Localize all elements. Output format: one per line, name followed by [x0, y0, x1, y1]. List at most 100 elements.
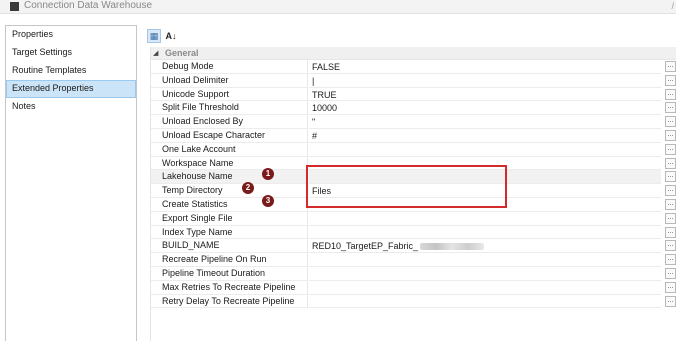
property-name: Temp Directory	[151, 184, 308, 198]
property-row[interactable]: Index Type Name...	[151, 225, 676, 240]
property-value[interactable]	[309, 143, 661, 157]
collapse-triangle-icon[interactable]: ◢	[153, 48, 158, 59]
ellipsis-button[interactable]: ...	[665, 102, 676, 114]
property-row[interactable]: Unicode Support TRUE...	[151, 87, 676, 102]
property-name: Index Type Name	[151, 225, 308, 240]
property-panel: ▦ A↓ ◢ General Debug Mode FALSE... Unload …	[142, 25, 676, 341]
ellipsis-button[interactable]: ...	[665, 143, 676, 155]
property-row[interactable]: Lakehouse Name...	[151, 170, 676, 185]
property-row[interactable]: Retry Delay To Recreate Pipeline...	[151, 294, 676, 309]
property-value[interactable]	[309, 226, 661, 240]
category-label: General	[165, 48, 199, 58]
property-name: Unload Escape Character	[151, 128, 308, 143]
annotation-marker-1: 1	[262, 168, 274, 180]
property-value-text: 10000	[312, 103, 338, 114]
property-row[interactable]: Split File Threshold 10000...	[151, 101, 676, 116]
property-name: Unload Enclosed By	[151, 115, 308, 129]
sidebar-item-notes[interactable]: Notes	[6, 98, 136, 116]
property-value[interactable]	[309, 198, 661, 212]
property-name: Retry Delay To Recreate Pipeline	[151, 294, 308, 309]
ellipsis-button[interactable]: ...	[665, 129, 676, 141]
ellipsis-button[interactable]: ...	[665, 88, 676, 100]
category-row-general[interactable]: ◢ General	[151, 47, 676, 60]
property-value[interactable]: "	[309, 115, 661, 129]
property-value[interactable]: #	[309, 129, 661, 143]
property-value[interactable]	[309, 281, 661, 295]
property-row[interactable]: Max Retries To Recreate Pipeline...	[151, 280, 676, 295]
title-bar: Connection Data Warehouse /	[0, 0, 676, 14]
property-value-text: FALSE	[312, 62, 341, 72]
property-name: Recreate Pipeline On Run	[151, 253, 308, 267]
property-row[interactable]: Pipeline Timeout Duration...	[151, 266, 676, 281]
ellipsis-button[interactable]: ...	[665, 226, 676, 238]
property-row[interactable]: Unload Escape Character #...	[151, 128, 676, 143]
property-name: BUILD_NAME	[151, 239, 308, 254]
property-value[interactable]: RED10_TargetEP_Fabric_	[309, 239, 661, 254]
property-name: Workspace Name	[151, 156, 308, 171]
property-value-text: |	[312, 75, 315, 86]
property-name: Split File Threshold	[151, 101, 308, 116]
sidebar-item-routine-templates[interactable]: Routine Templates	[6, 62, 136, 80]
ellipsis-button[interactable]: ...	[665, 295, 676, 307]
ellipsis-button[interactable]: ...	[665, 185, 676, 197]
annotation-marker-3: 3	[262, 195, 274, 207]
property-name: Pipeline Timeout Duration	[151, 266, 308, 281]
property-row[interactable]: Export Single File...	[151, 211, 676, 226]
window-corner-mark: /	[671, 1, 674, 11]
property-row[interactable]: Workspace Name...	[151, 156, 676, 171]
property-value[interactable]: TRUE	[309, 88, 661, 102]
sidebar-item-properties[interactable]: Properties	[6, 26, 136, 44]
property-row[interactable]: Unload Enclosed By "...	[151, 115, 676, 129]
ellipsis-button[interactable]: ...	[665, 198, 676, 210]
property-name: One Lake Account	[151, 142, 308, 157]
property-value[interactable]	[309, 212, 661, 226]
property-name: Lakehouse Name	[151, 170, 308, 185]
property-value[interactable]: FALSE	[309, 60, 661, 74]
property-row[interactable]: Debug Mode FALSE...	[151, 60, 676, 74]
property-name: Create Statistics	[151, 197, 308, 212]
property-name: Unicode Support	[151, 87, 308, 102]
categorized-view-button[interactable]: ▦	[147, 29, 161, 43]
property-name: Max Retries To Recreate Pipeline	[151, 280, 308, 295]
property-row[interactable]: Temp Directory Files...	[151, 184, 676, 198]
alphabetical-sort-button[interactable]: A↓	[164, 29, 178, 43]
sidebar-item-target-settings[interactable]: Target Settings	[6, 44, 136, 62]
sort-az-icon: A↓	[165, 31, 177, 41]
ellipsis-button[interactable]: ...	[665, 61, 676, 72]
annotation-marker-2: 2	[242, 182, 254, 194]
ellipsis-button[interactable]: ...	[665, 240, 676, 252]
property-value-text: "	[312, 117, 316, 128]
ellipsis-button[interactable]: ...	[665, 281, 676, 293]
property-row[interactable]: Recreate Pipeline On Run...	[151, 253, 676, 267]
ellipsis-button[interactable]: ...	[665, 157, 676, 169]
property-value[interactable]: Files	[309, 184, 661, 198]
property-value[interactable]	[309, 157, 661, 171]
property-value[interactable]: 10000	[309, 101, 661, 116]
property-value-text: #	[312, 130, 318, 141]
property-name: Export Single File	[151, 211, 308, 226]
ellipsis-button[interactable]: ...	[665, 254, 676, 266]
property-name: Unload Delimiter	[151, 73, 308, 88]
property-row[interactable]: Create Statistics...	[151, 197, 676, 212]
property-rows: Debug Mode FALSE... Unload Delimiter |... Un…	[151, 60, 676, 309]
sidebar-item-extended-properties[interactable]: Extended Properties	[6, 80, 136, 98]
window-title: Connection Data Warehouse	[24, 0, 153, 11]
ellipsis-button[interactable]: ...	[665, 267, 676, 279]
ellipsis-button[interactable]: ...	[665, 212, 676, 224]
property-row[interactable]: BUILD_NAME RED10_TargetEP_Fabric_...	[151, 239, 676, 254]
ellipsis-button[interactable]: ...	[665, 74, 676, 86]
property-value-text: RED10_TargetEP_Fabric_	[312, 241, 419, 252]
property-value[interactable]	[309, 253, 661, 267]
property-row[interactable]: One Lake Account...	[151, 142, 676, 157]
property-value[interactable]	[309, 267, 661, 281]
property-row[interactable]: Unload Delimiter |...	[151, 73, 676, 88]
ellipsis-button[interactable]: ...	[665, 171, 676, 183]
app-icon	[10, 2, 19, 11]
property-value-text: TRUE	[312, 89, 337, 100]
property-value[interactable]: |	[309, 74, 661, 88]
property-value[interactable]	[309, 295, 661, 309]
ellipsis-button[interactable]: ...	[665, 116, 676, 128]
property-grid: ◢ General Debug Mode FALSE... Unload Delim…	[150, 47, 676, 341]
redacted-text	[420, 243, 485, 251]
property-value[interactable]	[309, 170, 661, 185]
